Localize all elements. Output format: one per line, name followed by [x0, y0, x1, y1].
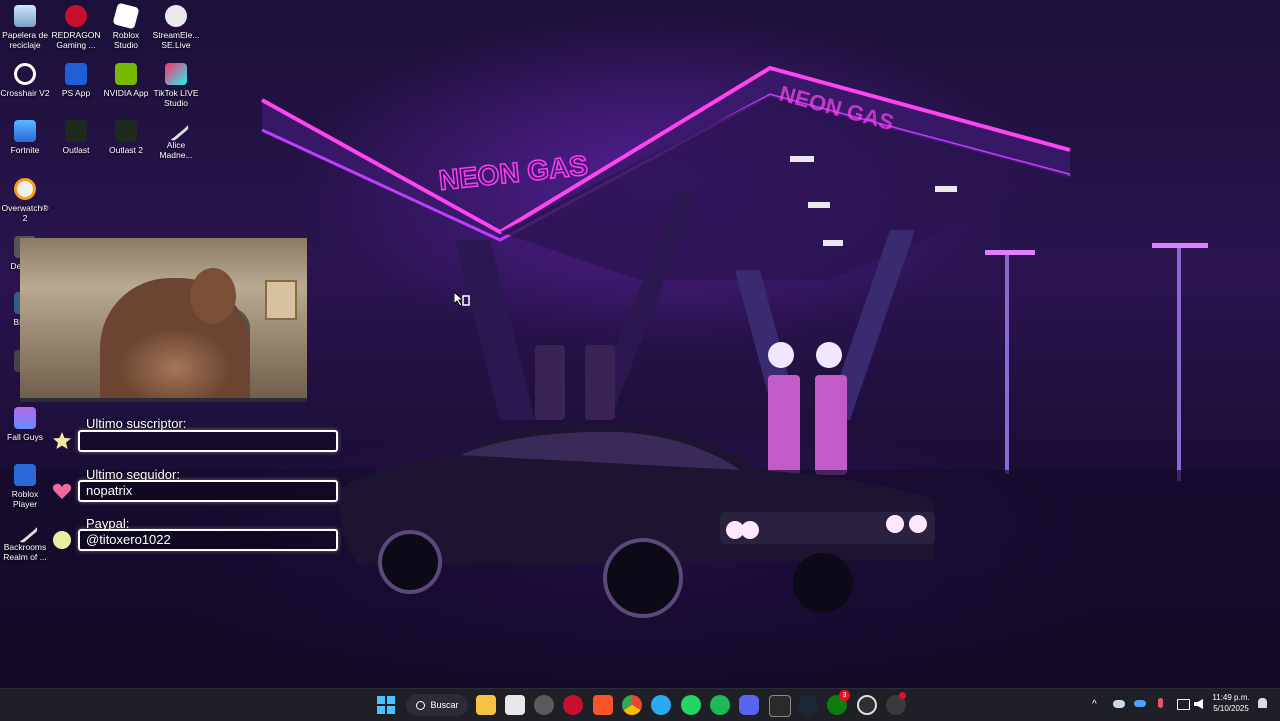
coin-icon — [53, 531, 71, 549]
fortnite-icon — [14, 120, 36, 142]
taskbar: Buscar 3 ^ 11:49 p.m. 5/10/2025 — [0, 688, 1280, 721]
desktop-icon-label: NVIDIA App — [103, 88, 149, 98]
heart-icon — [52, 483, 72, 499]
webcam-wall-poster — [265, 280, 297, 320]
clock[interactable]: 11:49 p.m. 5/10/2025 — [1208, 693, 1254, 713]
webcam-bottom-bar — [20, 398, 307, 402]
microphone-icon[interactable] — [1158, 698, 1163, 708]
playstation-icon — [65, 63, 87, 85]
windows-logo-icon — [377, 696, 395, 714]
desktop-icon-label: REDRAGON Gaming ... — [51, 30, 101, 50]
clock-time: 11:49 p.m. — [1212, 693, 1250, 702]
roblox-studio-icon — [112, 2, 140, 30]
notification-bell-icon[interactable] — [1258, 698, 1267, 708]
desktop-icon-fall-guys[interactable]: Fall Guys — [0, 407, 50, 442]
start-button[interactable] — [376, 695, 396, 715]
latest-follower-field: nopatrix — [78, 480, 338, 502]
desktop-icon-tiktok[interactable]: TikTok LIVE Studio — [151, 63, 201, 108]
desktop-icon-label: TikTok LIVE Studio — [153, 88, 199, 108]
desktop-icon-outlast2[interactable]: Outlast 2 — [101, 120, 151, 155]
latest-subscriber-field — [78, 430, 338, 452]
desktop-icon-label: Alice Madne... — [159, 140, 193, 160]
busy-cursor-icon — [454, 292, 470, 307]
outlast-icon — [65, 120, 87, 142]
spotify-button[interactable] — [710, 695, 730, 715]
desktop-icon-nvidia[interactable]: NVIDIA App — [101, 63, 151, 98]
desktop-icon-outlast[interactable]: Outlast — [51, 120, 101, 155]
crosshair-icon — [14, 63, 36, 85]
desktop-icon-label: StreamEle... SE.Live — [152, 30, 200, 50]
volume-icon[interactable] — [1194, 699, 1203, 709]
desktop-icon-redragon[interactable]: REDRAGON Gaming ... — [51, 5, 101, 50]
desktop-icon-backrooms[interactable]: Backrooms Realm of ... — [0, 516, 50, 562]
desktop-icon-streamelements[interactable]: StreamEle... SE.Live — [151, 5, 201, 50]
desktop-icon-label: Fortnite — [10, 145, 40, 155]
game-app-button[interactable] — [563, 695, 583, 715]
brave-browser-button[interactable] — [593, 695, 613, 715]
overwatch-icon — [14, 178, 36, 200]
notification-badge: 3 — [839, 690, 850, 701]
desktop-icon-label: Backrooms Realm of ... — [3, 542, 47, 562]
taskbar-search-button[interactable]: Buscar — [406, 694, 468, 716]
fall-guys-icon — [14, 407, 36, 429]
latest-subscriber-label: Ultimo suscriptor: — [86, 416, 187, 431]
roblox-player-icon — [14, 464, 36, 486]
webcam-person-head — [190, 268, 236, 324]
search-label: Buscar — [430, 700, 459, 710]
chevron-up-icon[interactable]: ^ — [1092, 699, 1097, 710]
desktop-icon-crosshair[interactable]: Crosshair V2 — [0, 63, 50, 98]
streamlabs-button[interactable] — [886, 692, 906, 715]
desktop-icon-label: Papelera de reciclaje — [2, 30, 48, 50]
webcam-feed — [20, 238, 307, 400]
desktop-icon-label: Outlast — [62, 145, 90, 155]
desktop-icon-fortnite[interactable]: Fortnite — [0, 120, 50, 155]
onedrive-icon[interactable] — [1134, 700, 1146, 707]
desktop-icon-roblox-studio[interactable]: Roblox Studio — [101, 2, 151, 50]
streamelements-icon — [165, 5, 187, 27]
file-explorer-button[interactable] — [476, 695, 496, 715]
paypal-field: @titoxero1022 — [78, 529, 338, 551]
desktop-icon-overwatch[interactable]: Overwatch® 2 — [0, 178, 50, 223]
desktop-icon-recycle-bin[interactable]: Papelera de reciclaje — [0, 5, 50, 50]
desktop-icon-label: Overwatch® 2 — [1, 203, 49, 223]
search-icon — [416, 701, 425, 711]
recycle-bin-icon — [14, 5, 36, 27]
desktop-icon-label: Outlast 2 — [108, 145, 144, 155]
desktop-icon-label: Roblox Studio — [112, 30, 140, 50]
desktop-icon-alice[interactable]: Alice Madne... — [151, 114, 201, 160]
outlast2-icon — [115, 120, 137, 142]
microsoft-store-button[interactable] — [505, 695, 525, 715]
redragon-icon — [65, 5, 87, 27]
desktop-icon-label: Roblox Player — [11, 489, 39, 509]
xbox-app-button[interactable] — [534, 695, 554, 715]
network-icon[interactable] — [1177, 699, 1190, 710]
tiktok-icon — [165, 63, 187, 85]
xbox-button[interactable]: 3 — [827, 690, 850, 715]
clock-date: 5/10/2025 — [1213, 704, 1249, 713]
desktop-icon-label: PS App — [61, 88, 91, 98]
neon-sign-text: NEON GAS — [437, 150, 589, 196]
obs-button[interactable] — [857, 695, 877, 715]
whatsapp-button[interactable] — [681, 695, 701, 715]
telegram-button[interactable] — [651, 695, 671, 715]
recording-dot-icon — [899, 692, 906, 699]
star-icon — [53, 432, 71, 449]
chrome-button[interactable] — [622, 695, 642, 715]
discord-button[interactable] — [739, 695, 759, 715]
cloud-sync-icon[interactable] — [1113, 700, 1125, 708]
nvidia-icon — [115, 63, 137, 85]
desktop-icon-label: Fall Guys — [7, 432, 43, 442]
epic-games-button[interactable] — [769, 695, 791, 717]
desktop-icon-ps-app[interactable]: PS App — [51, 63, 101, 98]
desktop-icon-label: Crosshair V2 — [0, 88, 50, 98]
steam-button[interactable] — [798, 695, 818, 715]
desktop-icon-roblox-player[interactable]: Roblox Player — [0, 464, 50, 509]
